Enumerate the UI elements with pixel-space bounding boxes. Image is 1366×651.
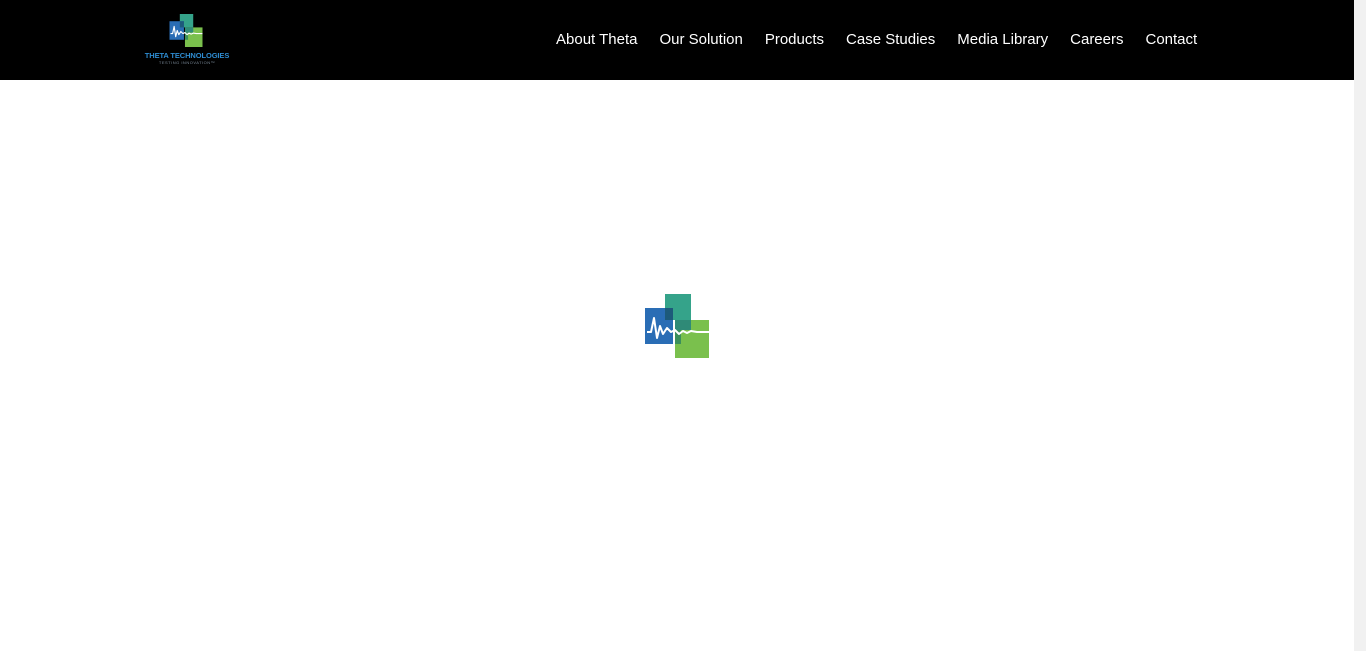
loading-logo-icon xyxy=(645,294,709,358)
main-nav: About Theta Our Solution Products Case S… xyxy=(545,29,1208,51)
logo-tagline: TESTING INNOVATION™ xyxy=(158,60,216,65)
page-scrollbar[interactable] xyxy=(1354,0,1366,651)
nav-media-library[interactable]: Media Library xyxy=(946,29,1059,51)
nav-products[interactable]: Products xyxy=(754,29,835,51)
logo-wordmark: THETA TECHNOLOGIES xyxy=(144,51,230,60)
nav-contact[interactable]: Contact xyxy=(1135,29,1209,51)
nav-careers[interactable]: Careers xyxy=(1059,29,1134,51)
site-logo[interactable]: THETA TECHNOLOGIES TESTING INNOVATION™ xyxy=(141,14,233,66)
nav-case-studies[interactable]: Case Studies xyxy=(835,29,946,51)
site-header: THETA TECHNOLOGIES TESTING INNOVATION™ A… xyxy=(0,0,1354,80)
nav-about-theta[interactable]: About Theta xyxy=(545,29,648,51)
page-content xyxy=(0,80,1354,651)
theta-logo-icon xyxy=(169,14,203,47)
nav-our-solution[interactable]: Our Solution xyxy=(648,29,753,51)
